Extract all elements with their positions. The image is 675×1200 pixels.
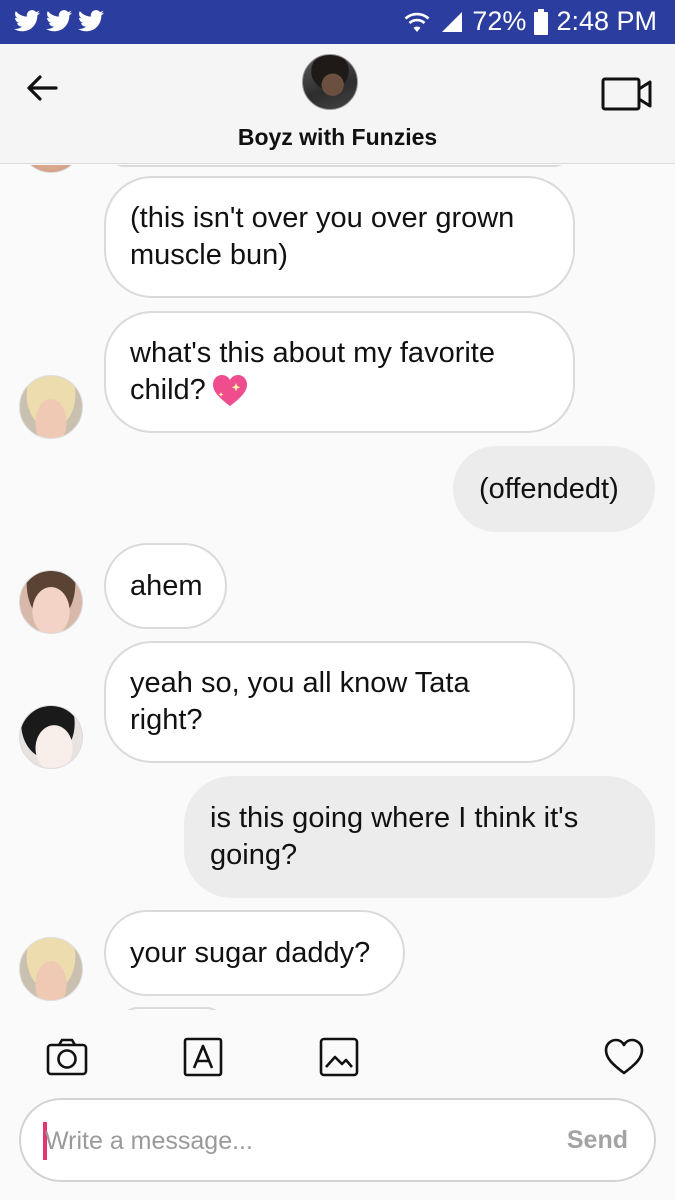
video-call-icon[interactable] [601,76,653,112]
message-thread[interactable]: (this isn't over you over grown muscle b… [0,165,675,1010]
message-bubble[interactable]: what's this about my favorite child? [104,311,575,433]
message-composer: Send [19,1098,656,1182]
avatar [19,165,83,173]
message-bubble-own[interactable]: is this going where I think it's going? [184,776,655,898]
composer-toolbar [0,1010,675,1100]
gallery-icon[interactable] [318,1036,360,1078]
battery-icon [534,8,549,35]
message-text: what's this about my favorite child? [130,335,549,409]
group-title[interactable]: Boyz with Funzies [0,124,675,151]
twitter-icon [46,10,72,32]
notification-icons [14,10,104,32]
send-button[interactable]: Send [567,1126,628,1155]
twitter-icon [14,10,40,32]
message-input[interactable] [45,1120,545,1162]
chat-header: Boyz with Funzies [0,44,675,164]
message-text: yeah so, you all know Tata right? [130,667,470,736]
message-bubble[interactable]: your sugar daddy? [104,910,405,996]
system-status: 72% 2:48 PM [402,6,657,37]
message-bubble[interactable]: yeah so, you all know Tata right? [104,641,575,763]
message-bubble[interactable]: (this isn't over you over grown muscle b… [104,176,575,298]
clock: 2:48 PM [556,6,657,36]
message-text: your sugar daddy? [130,936,371,969]
heart-icon[interactable] [603,1036,645,1078]
battery-percent: 72% [472,6,527,36]
message-text: is this going where I think it's going? [210,802,579,871]
twitter-icon [78,10,104,32]
wifi-icon [405,12,430,32]
message-bubble-own[interactable]: (offendedt) [453,446,655,532]
sparkling-heart-icon [212,375,247,407]
avatar[interactable] [19,705,83,769]
message-text: ahem [130,569,203,602]
avatar[interactable] [19,570,83,634]
group-avatar[interactable] [302,54,358,110]
status-bar: 72% 2:48 PM [0,0,675,44]
message-text: (this isn't over you over grown muscle b… [130,202,515,271]
signal-icon [442,11,463,32]
avatar[interactable] [19,375,83,439]
text-style-icon[interactable] [182,1036,224,1078]
message-bubble[interactable]: ahem [104,543,227,629]
message-text: (offendedt) [479,472,619,505]
back-arrow-icon[interactable] [22,68,62,108]
message-bubble-partial [104,165,574,167]
camera-icon[interactable] [46,1036,88,1078]
avatar[interactable] [19,937,83,1001]
